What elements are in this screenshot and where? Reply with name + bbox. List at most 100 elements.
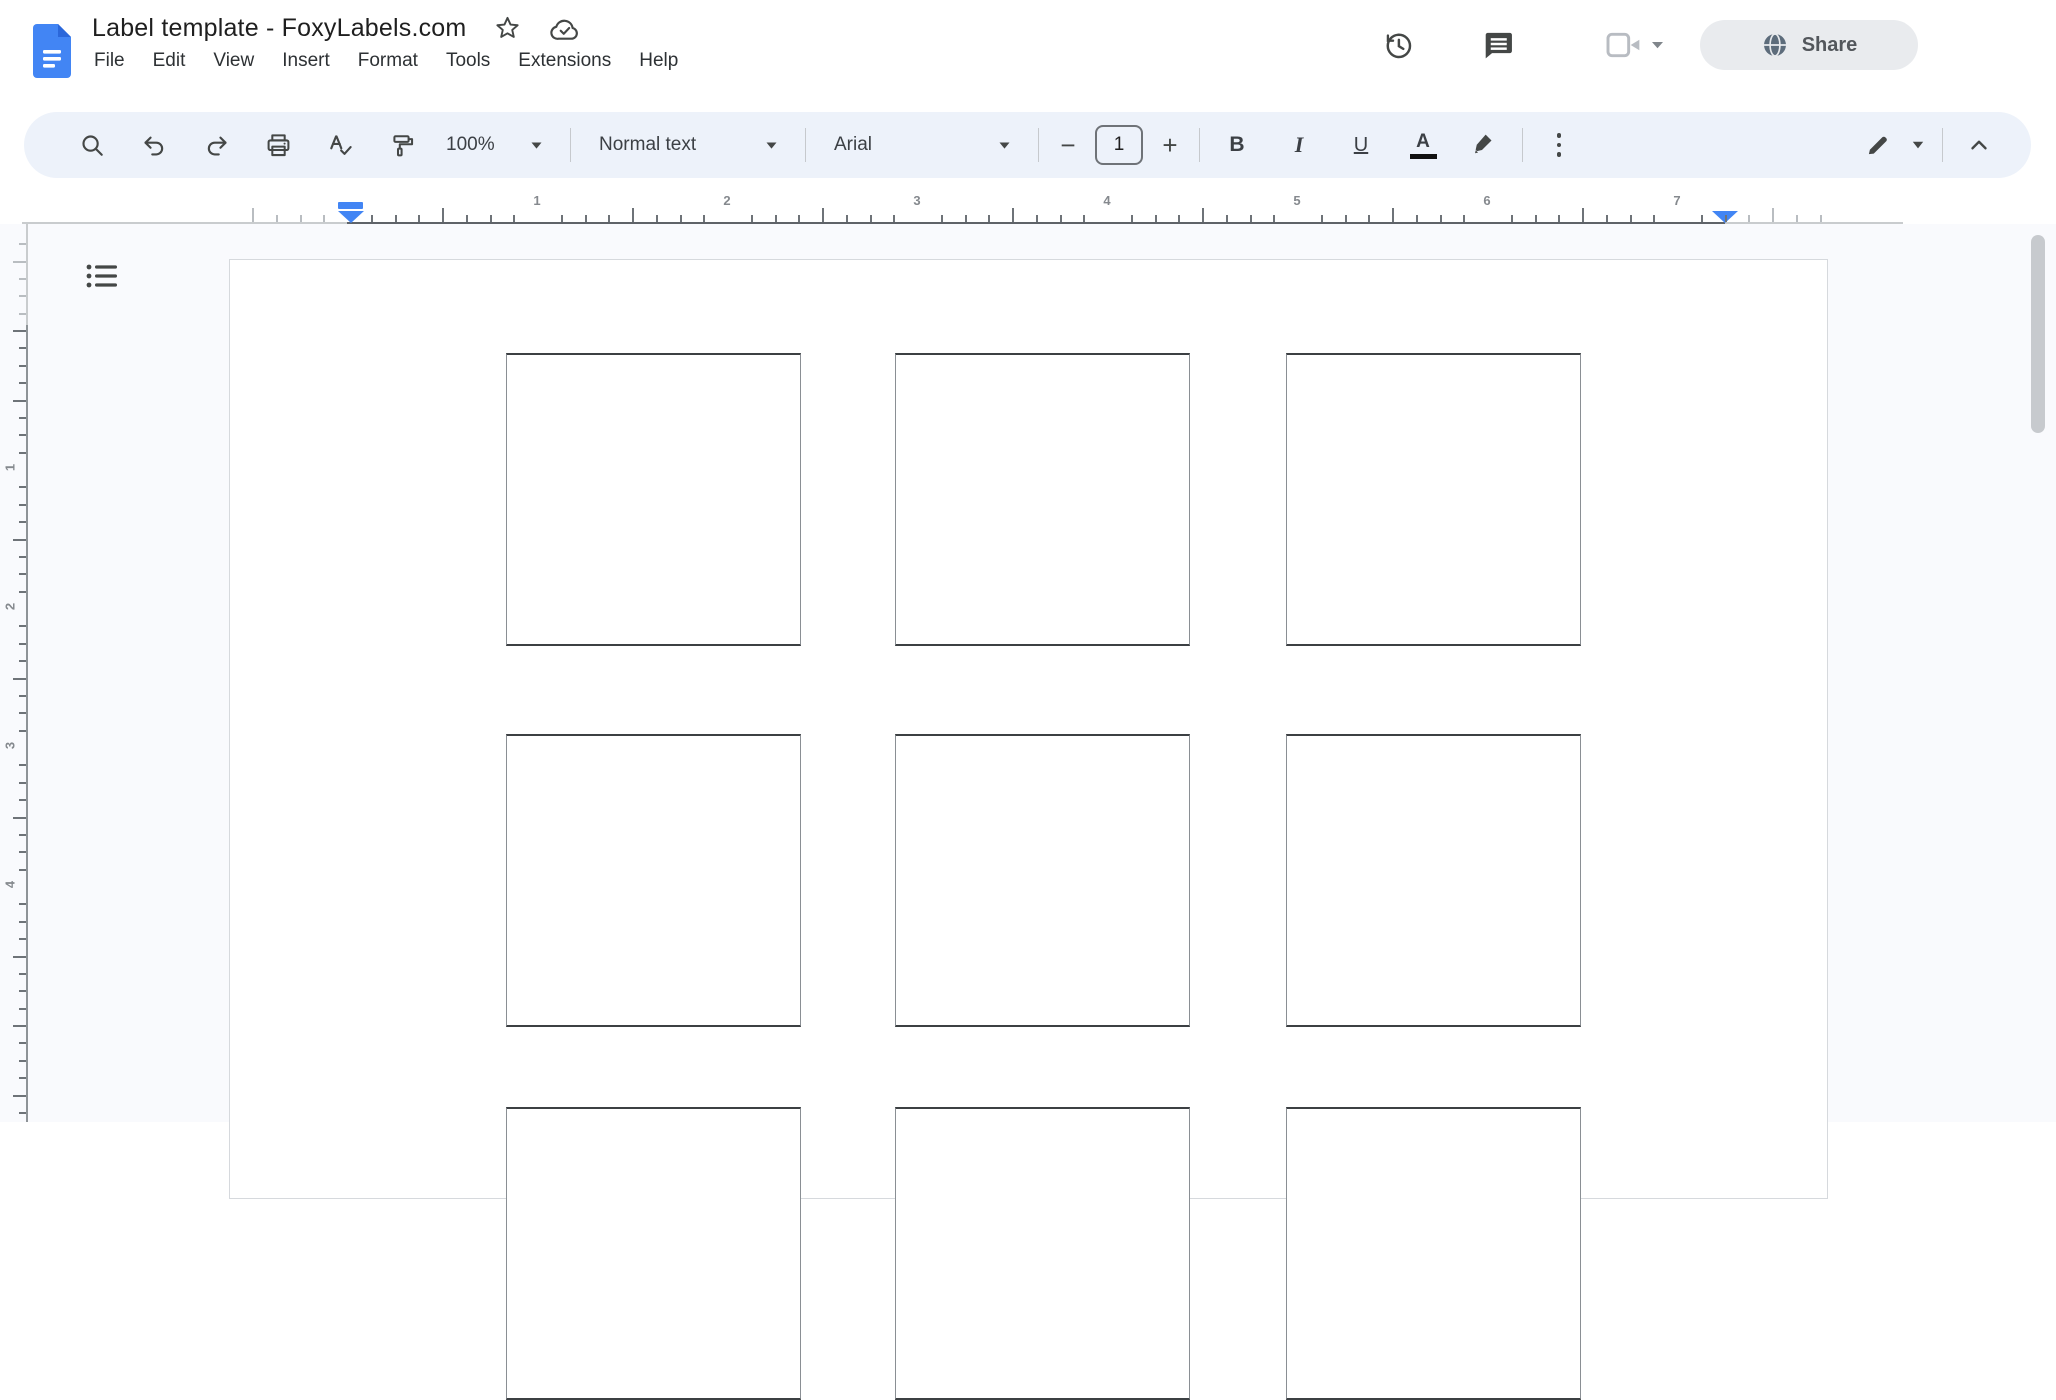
menu-item-extensions[interactable]: Extensions xyxy=(504,46,625,76)
label-cell[interactable] xyxy=(1286,1107,1581,1400)
cloud-saved-icon[interactable] xyxy=(549,17,580,41)
ruler-tick xyxy=(13,1094,26,1097)
left-indent-marker[interactable] xyxy=(338,211,364,223)
ruler-tick xyxy=(1415,215,1418,222)
video-call-dropdown-icon[interactable] xyxy=(1651,41,1664,49)
font-family-select[interactable]: Arial xyxy=(818,121,1026,169)
current-text-color-swatch xyxy=(1409,153,1437,159)
ruler-tick xyxy=(19,312,26,315)
increase-font-size-button[interactable]: + xyxy=(1153,123,1187,167)
zoom-value: 100% xyxy=(446,134,495,155)
ruler-number: 6 xyxy=(1483,193,1491,208)
menu-item-tools[interactable]: Tools xyxy=(432,46,504,76)
highlight-color-button[interactable] xyxy=(1460,121,1510,169)
ruler-tick xyxy=(869,215,872,222)
document-outline-icon[interactable] xyxy=(82,258,122,294)
label-cell[interactable] xyxy=(895,353,1190,646)
ruler-tick xyxy=(655,215,658,222)
ruler-tick xyxy=(19,642,26,645)
document-page[interactable] xyxy=(229,259,1828,1400)
ruler-tick xyxy=(19,868,26,871)
ruler-tick xyxy=(1012,208,1014,222)
label-cell[interactable] xyxy=(895,734,1190,1027)
paint-format-icon[interactable] xyxy=(378,121,426,169)
ruler-tick xyxy=(19,920,26,923)
hide-menus-chevron-icon[interactable] xyxy=(1955,121,2003,169)
underline-button[interactable]: U xyxy=(1336,121,1386,169)
spellcheck-icon[interactable] xyxy=(316,121,364,169)
ruler-tick xyxy=(394,215,397,222)
ruler-tick xyxy=(13,330,26,332)
comments-icon[interactable] xyxy=(1474,21,1522,69)
print-icon[interactable] xyxy=(254,121,302,169)
more-options-icon[interactable] xyxy=(1535,121,1583,169)
undo-icon[interactable] xyxy=(130,121,178,169)
ruler-tick xyxy=(560,215,563,222)
label-cell[interactable] xyxy=(895,1107,1190,1400)
share-button[interactable]: Share xyxy=(1700,20,1918,70)
ruler-number: 5 xyxy=(1293,193,1301,208)
label-cell[interactable] xyxy=(506,353,801,646)
ruler-tick xyxy=(845,215,848,222)
ruler-tick xyxy=(13,399,26,402)
label-cell[interactable] xyxy=(506,734,801,1027)
menu-item-view[interactable]: View xyxy=(199,46,268,76)
bold-button[interactable]: B xyxy=(1212,121,1262,169)
editing-mode-dropdown-icon[interactable] xyxy=(1912,141,1924,149)
ruler-tick xyxy=(19,625,26,628)
menu-item-file[interactable]: File xyxy=(80,46,139,76)
highlighter-icon xyxy=(1475,134,1492,154)
ruler-tick xyxy=(1724,215,1727,222)
font-size-input[interactable]: 1 xyxy=(1095,125,1143,165)
editing-mode-pen-icon[interactable] xyxy=(1854,121,1902,169)
video-call-icon[interactable] xyxy=(1606,31,1642,59)
ruler-tick xyxy=(19,781,26,784)
docs-logo-icon[interactable] xyxy=(33,24,71,78)
ruler-tick xyxy=(19,382,26,385)
label-cell[interactable] xyxy=(1286,353,1581,646)
first-line-indent-marker[interactable] xyxy=(338,202,363,209)
text-color-button[interactable]: A xyxy=(1398,121,1448,169)
ruler-tick xyxy=(13,1025,26,1027)
ruler-tick xyxy=(679,215,682,222)
ruler-tick xyxy=(774,215,777,222)
ruler-baseline xyxy=(26,224,28,325)
paragraph-style-select[interactable]: Normal text xyxy=(583,121,793,169)
font-family-value: Arial xyxy=(834,134,873,155)
document-title[interactable]: Label template - FoxyLabels.com xyxy=(92,14,466,43)
ruler-tick xyxy=(19,1059,26,1062)
ruler-tick xyxy=(1510,215,1513,222)
ruler-tick xyxy=(19,503,26,506)
ruler-tick xyxy=(1605,215,1608,222)
search-icon[interactable] xyxy=(68,121,116,169)
vertical-scrollbar[interactable] xyxy=(2031,235,2045,433)
redo-icon[interactable] xyxy=(192,121,240,169)
ruler-tick xyxy=(1748,215,1751,222)
ruler-tick xyxy=(13,816,26,819)
ruler-tick xyxy=(1558,215,1561,222)
toolbar-divider xyxy=(1038,128,1039,162)
ruler-tick xyxy=(822,208,824,222)
star-icon[interactable] xyxy=(494,15,521,42)
horizontal-ruler[interactable]: 1 2 3 4 5 6 7 xyxy=(0,193,2056,225)
zoom-select[interactable]: 100% xyxy=(430,121,558,169)
menu-item-format[interactable]: Format xyxy=(344,46,432,76)
label-cell[interactable] xyxy=(1286,734,1581,1027)
menu-item-help[interactable]: Help xyxy=(625,46,692,76)
italic-button[interactable]: I xyxy=(1274,121,1324,169)
ruler-tick xyxy=(19,243,26,246)
decrease-font-size-button[interactable]: − xyxy=(1051,123,1085,167)
menu-item-edit[interactable]: Edit xyxy=(139,46,200,76)
chevron-down-icon xyxy=(766,142,777,149)
ruler-tick xyxy=(1225,215,1228,222)
ruler-tick xyxy=(418,215,421,222)
share-button-label: Share xyxy=(1801,33,1858,56)
menu-item-insert[interactable]: Insert xyxy=(268,46,344,76)
version-history-icon[interactable] xyxy=(1374,21,1422,69)
header: Label template - FoxyLabels.com File Edit… xyxy=(0,0,2056,92)
vertical-ruler[interactable]: 1 2 3 4 xyxy=(0,224,30,1122)
ruler-tick xyxy=(19,712,26,715)
label-cell[interactable] xyxy=(506,1107,801,1400)
ruler-tick xyxy=(513,215,516,222)
ruler-tick xyxy=(19,799,26,802)
